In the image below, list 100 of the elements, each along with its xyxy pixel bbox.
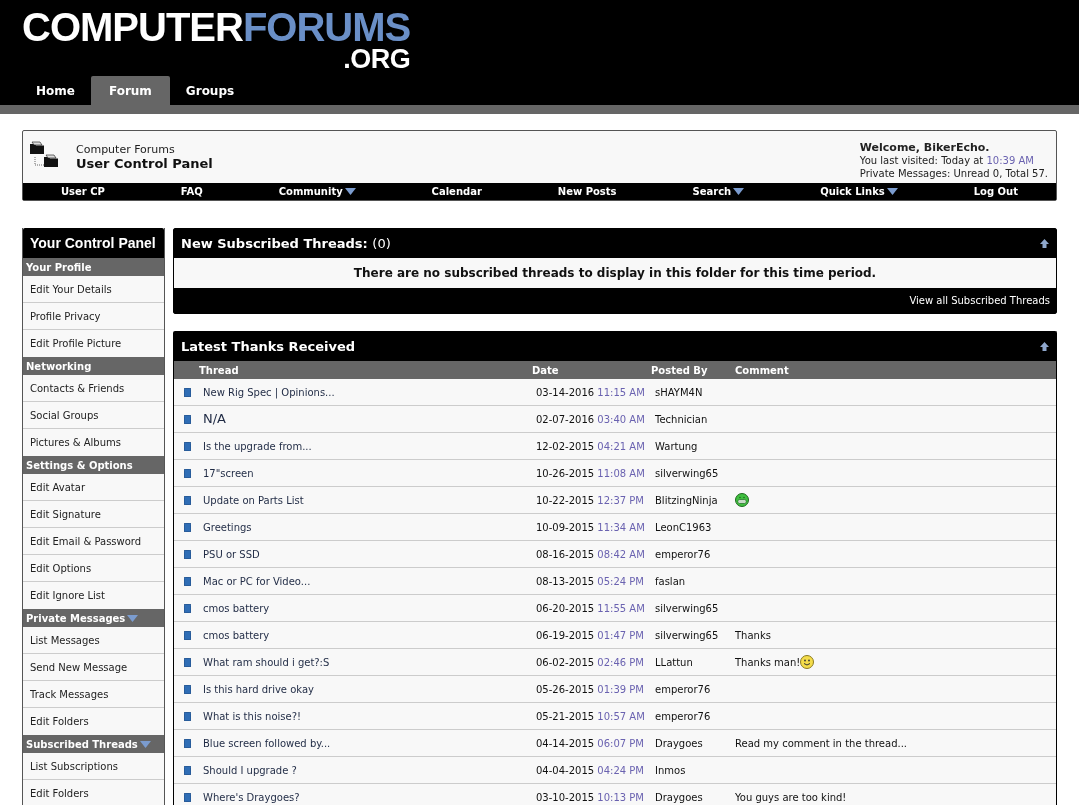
sidebar-item[interactable]: Edit Profile Picture <box>23 330 164 357</box>
column-header[interactable]: Date <box>532 362 651 378</box>
thread-link[interactable]: Update on Parts List <box>199 492 304 508</box>
thread-link[interactable]: What is this noise?! <box>199 708 301 724</box>
thread-link[interactable]: Should I upgrade ? <box>199 762 297 778</box>
sidebar-item[interactable]: Pictures & Albums <box>23 429 164 456</box>
thread-link[interactable]: Where's Draygoes? <box>199 789 300 805</box>
username-link[interactable]: BlitzingNinja <box>651 492 718 508</box>
collapse-icon[interactable] <box>1040 342 1049 351</box>
date-cell-text: 03-14-2016 11:15 AM <box>535 385 645 400</box>
column-header[interactable]: Posted By <box>651 362 735 378</box>
sidebar-section-header[interactable]: Networking <box>23 357 164 375</box>
nav-tab[interactable]: Forum <box>90 76 170 105</box>
thread-link[interactable]: Mac or PC for Video... <box>199 573 311 589</box>
sidebar-item[interactable]: Profile Privacy <box>23 303 164 330</box>
sidebar-item[interactable]: Edit Folders <box>23 780 164 805</box>
thread-link[interactable]: cmos battery <box>199 600 270 616</box>
navbar-link[interactable]: Quick Links <box>820 184 898 199</box>
thread-icon <box>184 738 191 748</box>
sidebar-item[interactable]: List Messages <box>23 627 164 654</box>
sidebar-item[interactable]: Social Groups <box>23 402 164 429</box>
username-link[interactable]: LeonC1963 <box>651 519 712 535</box>
date-cell-text: 06-19-2015 01:47 PM <box>535 628 644 643</box>
collapse-icon[interactable] <box>1040 239 1049 248</box>
view-all-link[interactable]: View all Subscribed Threads <box>909 293 1050 308</box>
date-cell-text: 10-09-2015 11:34 AM <box>535 520 645 535</box>
last-visited-text: You last visited: Today at 10:39 AM <box>859 154 1035 167</box>
username-link[interactable]: Technician <box>651 411 708 427</box>
username-link[interactable]: silverwing65 <box>651 465 719 481</box>
thread-icon <box>184 684 191 694</box>
folder-icon <box>30 141 44 154</box>
caret-icon <box>139 740 151 748</box>
navbar-link[interactable]: Community <box>278 184 356 199</box>
thread-link[interactable]: What ram should i get?:S <box>199 654 330 670</box>
date-cell-text: 05-26-2015 01:39 PM <box>535 682 644 697</box>
thread-icon <box>184 468 191 478</box>
thread-icon <box>184 630 191 640</box>
sidebar-section-header[interactable]: Subscribed Threads <box>23 735 164 753</box>
thread-link[interactable]: New Rig Spec | Opinions... <box>199 384 335 400</box>
thread-link[interactable]: Is the upgrade from... <box>199 438 312 454</box>
thread-link[interactable]: 17"screen <box>199 465 254 481</box>
folder-icon <box>44 154 58 167</box>
username-link[interactable]: Draygoes <box>651 789 703 805</box>
sidebar-item[interactable]: Send New Message <box>23 654 164 681</box>
sidebar-item[interactable]: Edit Folders <box>23 708 164 735</box>
thread-icon <box>184 414 191 424</box>
date-cell-text: 08-16-2015 08:42 AM <box>535 547 645 562</box>
sidebar-section-header[interactable]: Settings & Options <box>23 456 164 474</box>
sidebar-item[interactable]: Edit Your Details <box>23 276 164 303</box>
tree-connector-icon <box>34 157 44 167</box>
column-header[interactable]: Comment <box>735 362 1056 378</box>
caret-icon <box>127 614 139 622</box>
sidebar-item[interactable]: List Subscriptions <box>23 753 164 780</box>
navbar-link[interactable]: Calendar <box>431 184 482 199</box>
date-cell-text: 04-14-2015 06:07 PM <box>535 736 644 751</box>
sidebar-item[interactable]: Edit Ignore List <box>23 582 164 609</box>
navbar-link[interactable]: Log Out <box>973 184 1018 199</box>
username-link[interactable]: Draygoes <box>651 735 703 751</box>
date-cell-text: 03-10-2015 10:13 PM <box>535 790 644 805</box>
thread-link[interactable]: Greetings <box>199 519 252 535</box>
thread-link[interactable]: cmos battery <box>199 627 270 643</box>
sidebar-item[interactable]: Track Messages <box>23 681 164 708</box>
breadcrumb-link[interactable]: Computer Forums <box>76 143 213 156</box>
thread-link[interactable]: N/A <box>199 409 226 429</box>
thread-link[interactable]: PSU or SSD <box>199 546 260 562</box>
thread-icon <box>184 765 191 775</box>
thread-icon <box>184 657 191 667</box>
username-link[interactable]: emperor76 <box>651 708 711 724</box>
column-header[interactable]: Thread <box>199 362 532 378</box>
private-messages-text: Private Messages: Unread 0, Total 57. <box>859 167 1048 180</box>
sidebar-item[interactable]: Contacts & Friends <box>23 375 164 402</box>
username-link[interactable]: sHAYM4N <box>651 384 703 400</box>
navbar-link[interactable]: New Posts <box>557 184 617 199</box>
username-link[interactable]: faslan <box>651 573 686 589</box>
username-link[interactable]: emperor76 <box>651 681 711 697</box>
sidebar-section-header[interactable]: Private Messages <box>23 609 164 627</box>
sidebar-item[interactable]: Edit Signature <box>23 501 164 528</box>
thread-link[interactable]: Is this hard drive okay <box>199 681 314 697</box>
thread-icon <box>184 603 191 613</box>
sidebar-item[interactable]: Edit Options <box>23 555 164 582</box>
username-link[interactable]: Wartung <box>651 438 698 454</box>
thread-link[interactable]: Blue screen followed by... <box>199 735 331 751</box>
navbar-link[interactable]: User CP <box>60 184 105 199</box>
sidebar-section-header[interactable]: Your Profile <box>23 258 164 276</box>
navbar-link[interactable]: Search <box>692 184 745 199</box>
username-link[interactable]: Inmos <box>651 762 686 778</box>
sidebar-item[interactable]: Edit Avatar <box>23 474 164 501</box>
username-link[interactable]: LLattun <box>651 654 693 670</box>
caret-icon <box>886 188 898 195</box>
username-link[interactable]: silverwing65 <box>651 627 719 643</box>
site-logo[interactable]: COMPUTERFORUMS .ORG <box>22 0 411 71</box>
username-link[interactable]: emperor76 <box>651 546 711 562</box>
thread-icon <box>184 441 191 451</box>
sidebar-item[interactable]: Edit Email & Password <box>23 528 164 555</box>
username-link[interactable]: silverwing65 <box>651 600 719 616</box>
date-cell-text: 02-07-2016 03:40 AM <box>535 412 645 427</box>
welcome-text: Welcome, BikerEcho. <box>859 141 991 154</box>
date-cell-text: 05-21-2015 10:57 AM <box>535 709 645 724</box>
navbar-link[interactable]: FAQ <box>180 184 203 199</box>
comment-text: Thanks man! <box>735 655 801 670</box>
